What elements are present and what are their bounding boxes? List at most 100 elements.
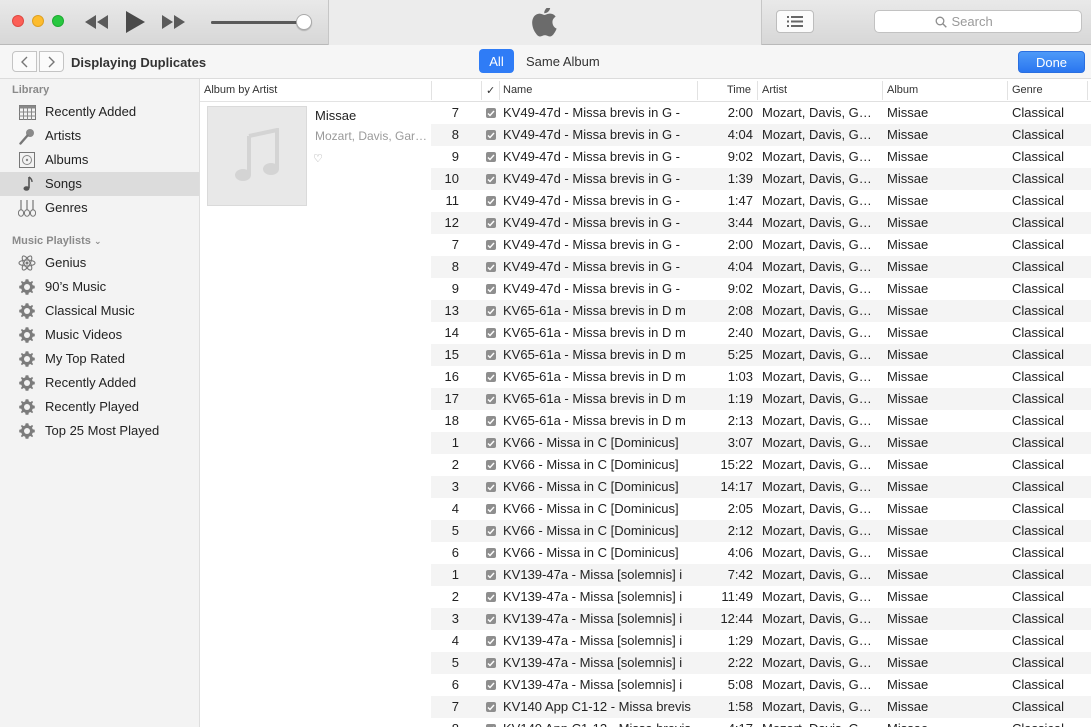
- segment-all-button[interactable]: All: [479, 49, 514, 73]
- playlist-item-90s-music[interactable]: 90’s Music: [0, 275, 199, 299]
- fast-forward-button[interactable]: [158, 10, 188, 34]
- table-row[interactable]: 11 KV49-47d - Missa brevis in G - 1:47 Moza…: [431, 190, 1091, 212]
- table-row[interactable]: 15 KV65-61a - Missa brevis in D m 5:25 Moza…: [431, 344, 1091, 366]
- track-checkbox[interactable]: [486, 284, 496, 294]
- track-checkbox[interactable]: [486, 570, 496, 580]
- playlist-item-recently-played[interactable]: Recently Played: [0, 395, 199, 419]
- table-row[interactable]: 8 KV49-47d - Missa brevis in G - 4:04 Mozar…: [431, 256, 1091, 278]
- track-checkbox[interactable]: [486, 614, 496, 624]
- table-row[interactable]: 6 KV139-47a - Missa [solemnis] i 5:08 Mozar…: [431, 674, 1091, 696]
- rewind-button[interactable]: [82, 10, 112, 34]
- track-checkbox[interactable]: [486, 350, 496, 360]
- table-row[interactable]: 6 KV66 - Missa in C [Dominicus] 4:06 Mozart…: [431, 542, 1091, 564]
- music-playlists-heading[interactable]: Music Playlists ⌄: [12, 235, 101, 247]
- track-checkbox[interactable]: [486, 218, 496, 228]
- track-checkbox[interactable]: [486, 702, 496, 712]
- genius-atom-icon: [17, 254, 37, 272]
- table-row[interactable]: 7 KV49-47d - Missa brevis in G - 2:00 Mozar…: [431, 102, 1091, 124]
- table-row[interactable]: 5 KV139-47a - Missa [solemnis] i 2:22 Mozar…: [431, 652, 1091, 674]
- track-checkbox[interactable]: [486, 526, 496, 536]
- track-checkbox[interactable]: [486, 416, 496, 426]
- table-row[interactable]: 2 KV66 - Missa in C [Dominicus] 15:22 Mozar…: [431, 454, 1091, 476]
- column-header-artist[interactable]: Artist: [762, 84, 787, 96]
- track-checkbox[interactable]: [486, 636, 496, 646]
- table-row[interactable]: 16 KV65-61a - Missa brevis in D m 1:03 Moza…: [431, 366, 1091, 388]
- table-row[interactable]: 1 KV66 - Missa in C [Dominicus] 3:07 Mozart…: [431, 432, 1091, 454]
- window-minimize-button[interactable]: [32, 15, 44, 27]
- playlist-item-my-top-rated[interactable]: My Top Rated: [0, 347, 199, 371]
- window-zoom-button[interactable]: [52, 15, 64, 27]
- track-checkbox[interactable]: [486, 328, 496, 338]
- table-row[interactable]: 9 KV49-47d - Missa brevis in G - 9:02 Mozar…: [431, 278, 1091, 300]
- done-button[interactable]: Done: [1018, 51, 1085, 73]
- track-checkbox[interactable]: [486, 108, 496, 118]
- track-checkbox[interactable]: [486, 548, 496, 558]
- playlist-item-classical-music[interactable]: Classical Music: [0, 299, 199, 323]
- table-row[interactable]: 7 KV49-47d - Missa brevis in G - 2:00 Mozar…: [431, 234, 1091, 256]
- sidebar-item-songs[interactable]: Songs: [0, 172, 199, 196]
- column-header-name[interactable]: Name: [503, 84, 532, 96]
- track-checkbox[interactable]: [486, 152, 496, 162]
- table-row[interactable]: 1 KV139-47a - Missa [solemnis] i 7:42 Mozar…: [431, 564, 1091, 586]
- track-checkbox[interactable]: [486, 658, 496, 668]
- table-row[interactable]: 5 KV66 - Missa in C [Dominicus] 2:12 Mozart…: [431, 520, 1091, 542]
- track-number-cell: 8: [451, 259, 459, 274]
- sidebar-item-recently-added[interactable]: Recently Added: [0, 100, 199, 124]
- table-row[interactable]: 13 KV65-61a - Missa brevis in D m 2:08 Moza…: [431, 300, 1091, 322]
- table-row[interactable]: 12 KV49-47d - Missa brevis in G - 3:44 Moza…: [431, 212, 1091, 234]
- track-checkbox[interactable]: [486, 130, 496, 140]
- table-row[interactable]: 7 KV140 App C1-12 - Missa brevis 1:58 Mozar…: [431, 696, 1091, 718]
- track-checkbox[interactable]: [486, 306, 496, 316]
- album-by-artist-header[interactable]: Album by Artist: [200, 79, 431, 102]
- column-header-genre[interactable]: Genre: [1012, 84, 1043, 96]
- playlist-item-recently-added[interactable]: Recently Added: [0, 371, 199, 395]
- sidebar-item-artists[interactable]: Artists: [0, 124, 199, 148]
- table-row[interactable]: 14 KV65-61a - Missa brevis in D m 2:40 Moza…: [431, 322, 1091, 344]
- forward-button[interactable]: [39, 51, 64, 72]
- track-checkbox[interactable]: [486, 482, 496, 492]
- table-row[interactable]: 8 KV49-47d - Missa brevis in G - 4:04 Mozar…: [431, 124, 1091, 146]
- table-row[interactable]: 8 KV140 App C1-12 - Missa brevis 4:17 Mozar…: [431, 718, 1091, 727]
- table-row[interactable]: 18 KV65-61a - Missa brevis in D m 2:13 Moza…: [431, 410, 1091, 432]
- segment-same-album-button[interactable]: Same Album: [526, 54, 600, 69]
- track-checkbox[interactable]: [486, 680, 496, 690]
- window-close-button[interactable]: [12, 15, 24, 27]
- search-input[interactable]: [951, 14, 1022, 29]
- table-row[interactable]: 17 KV65-61a - Missa brevis in D m 1:19 Moza…: [431, 388, 1091, 410]
- track-checkbox[interactable]: [486, 592, 496, 602]
- album-artwork[interactable]: [207, 106, 307, 206]
- search-field[interactable]: [874, 10, 1082, 33]
- track-checkbox[interactable]: [486, 196, 496, 206]
- track-checkbox[interactable]: [486, 394, 496, 404]
- track-album-cell: Missae: [887, 589, 929, 604]
- track-checkbox[interactable]: [486, 438, 496, 448]
- playlist-item-music-videos[interactable]: Music Videos: [0, 323, 199, 347]
- table-row[interactable]: 3 KV66 - Missa in C [Dominicus] 14:17 Mozar…: [431, 476, 1091, 498]
- table-row[interactable]: 2 KV139-47a - Missa [solemnis] i 11:49 Moza…: [431, 586, 1091, 608]
- track-checkbox[interactable]: [486, 504, 496, 514]
- up-next-list-button[interactable]: [776, 10, 814, 33]
- table-row[interactable]: 4 KV139-47a - Missa [solemnis] i 1:29 Mozar…: [431, 630, 1091, 652]
- sidebar-item-genres[interactable]: Genres: [0, 196, 199, 220]
- column-header-album[interactable]: Album: [887, 84, 918, 96]
- playlist-item-top-25-most-played[interactable]: Top 25 Most Played: [0, 419, 199, 443]
- column-header-checked[interactable]: ✓: [486, 84, 495, 97]
- track-checkbox[interactable]: [486, 262, 496, 272]
- track-checkbox[interactable]: [486, 174, 496, 184]
- track-name-cell: KV65-61a - Missa brevis in D m: [503, 369, 686, 384]
- table-row[interactable]: 4 KV66 - Missa in C [Dominicus] 2:05 Mozart…: [431, 498, 1091, 520]
- back-button[interactable]: [12, 51, 37, 72]
- play-button[interactable]: [120, 10, 150, 34]
- table-row[interactable]: 3 KV139-47a - Missa [solemnis] i 12:44 Moza…: [431, 608, 1091, 630]
- track-checkbox[interactable]: [486, 372, 496, 382]
- volume-slider[interactable]: [211, 14, 313, 30]
- love-heart-icon[interactable]: ♡: [313, 152, 323, 165]
- track-checkbox[interactable]: [486, 240, 496, 250]
- track-checkbox[interactable]: [486, 460, 496, 470]
- sidebar-item-albums[interactable]: Albums: [0, 148, 199, 172]
- column-header-time[interactable]: Time: [727, 84, 751, 96]
- playlist-item-genius[interactable]: Genius: [0, 251, 199, 275]
- table-row[interactable]: 10 KV49-47d - Missa brevis in G - 1:39 Moza…: [431, 168, 1091, 190]
- volume-slider-knob[interactable]: [296, 14, 313, 30]
- table-row[interactable]: 9 KV49-47d - Missa brevis in G - 9:02 Mozar…: [431, 146, 1091, 168]
